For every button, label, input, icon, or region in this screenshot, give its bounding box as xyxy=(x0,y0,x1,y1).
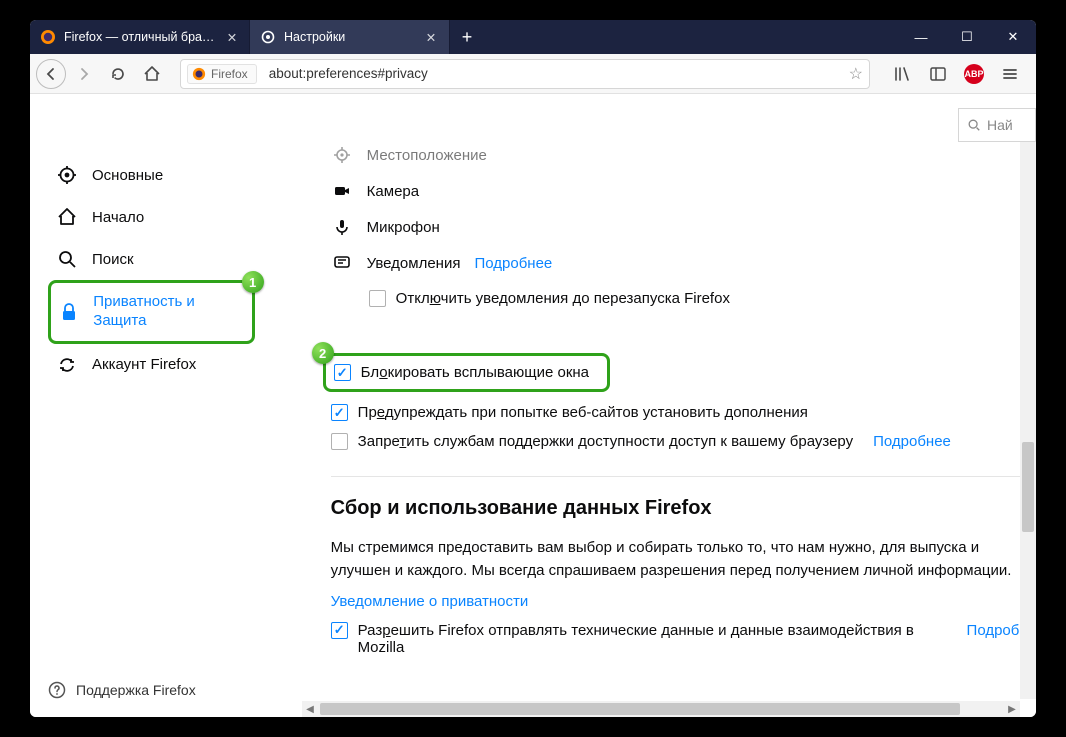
scroll-right-arrow[interactable]: ▶ xyxy=(1004,701,1020,717)
lock-icon xyxy=(59,301,79,323)
sidebar-item-label: Основные xyxy=(92,167,163,184)
help-icon xyxy=(48,681,66,699)
checkbox[interactable] xyxy=(369,290,386,307)
a11y-row: Запретить службам поддержки доступности … xyxy=(331,433,1036,450)
url-text[interactable]: about:preferences#privacy xyxy=(269,66,841,81)
permission-label: Микрофон xyxy=(367,219,440,236)
sidebar-item-label: Начало xyxy=(92,209,144,226)
notifications-icon xyxy=(331,254,353,272)
identity-label: Firefox xyxy=(211,67,248,81)
data-collection-heading: Сбор и использование данных Firefox xyxy=(331,497,1036,520)
checkbox-label: Блокировать всплывающие окна xyxy=(361,364,589,381)
block-popups-row: 2 Блокировать всплывающие окна xyxy=(331,353,1036,392)
window-minimize[interactable]: — xyxy=(898,20,944,54)
microphone-icon xyxy=(331,218,353,236)
forward-button[interactable] xyxy=(68,58,100,90)
toolbar: Firefox about:preferences#privacy ☆ ABP xyxy=(30,54,1036,94)
location-icon xyxy=(331,146,353,164)
sync-icon xyxy=(56,354,78,376)
annotation-badge-2: 2 xyxy=(312,342,334,364)
checkbox-label: Запретить службам поддержки доступности … xyxy=(358,433,853,450)
back-button[interactable] xyxy=(36,59,66,89)
privacy-notice-link[interactable]: Уведомление о приватности xyxy=(331,593,1036,610)
checkbox-label: Отключить уведомления до перезапуска Fir… xyxy=(396,290,730,307)
library-button[interactable] xyxy=(886,58,918,90)
data-collection-paragraph: Мы стремимся предоставить вам выбор и со… xyxy=(331,536,1031,583)
permission-label: Камера xyxy=(367,183,419,200)
telemetry-row: Разрешить Firefox отправлять технические… xyxy=(331,622,1036,656)
sidebar-toggle-button[interactable] xyxy=(922,58,954,90)
firefox-icon xyxy=(192,67,206,81)
bookmark-star-icon[interactable]: ☆ xyxy=(849,64,863,84)
search-icon xyxy=(56,248,78,270)
abp-extension-button[interactable]: ABP xyxy=(958,58,990,90)
gear-icon xyxy=(260,29,276,45)
notifications-more-link[interactable]: Подробнее xyxy=(474,255,552,272)
checkbox-label: Предупреждать при попытке веб-сайтов уст… xyxy=(358,404,808,421)
a11y-more-link[interactable]: Подробнее xyxy=(873,433,951,450)
support-label: Поддержка Firefox xyxy=(76,682,196,698)
vertical-scrollbar[interactable] xyxy=(1020,142,1036,699)
permission-microphone: Микрофон xyxy=(331,218,1036,236)
settings-sidebar: Основные Начало Поиск 1 Приватность и За… xyxy=(30,94,255,717)
home-button[interactable] xyxy=(136,58,168,90)
reload-button[interactable] xyxy=(102,58,134,90)
sidebar-item-search[interactable]: Поиск xyxy=(48,238,255,280)
tab-label: Настройки xyxy=(284,30,415,44)
disable-notifications-checkbox-row: Отключить уведомления до перезапуска Fir… xyxy=(369,290,1036,307)
gear-icon xyxy=(56,164,78,186)
sidebar-item-label: Аккаунт Firefox xyxy=(92,356,196,373)
permission-label: Уведомления xyxy=(367,255,461,272)
tab-bar: Firefox — отличный браузер д ✕ Настройки… xyxy=(30,20,1036,54)
address-bar[interactable]: Firefox about:preferences#privacy ☆ xyxy=(180,59,870,89)
permission-label: Местоположение xyxy=(367,147,487,164)
firefox-icon xyxy=(40,29,56,45)
scrollbar-thumb[interactable] xyxy=(320,703,960,715)
camera-icon xyxy=(331,182,353,200)
settings-main: Местоположение Камера Микрофон Уведомлен… xyxy=(255,94,1036,717)
home-icon xyxy=(56,206,78,228)
window-maximize[interactable]: ☐ xyxy=(944,20,990,54)
permission-camera: Камера xyxy=(331,182,1036,200)
tab-label: Firefox — отличный браузер д xyxy=(64,30,217,44)
permission-notifications: Уведомления Подробнее xyxy=(331,254,1036,272)
sidebar-item-account[interactable]: Аккаунт Firefox xyxy=(48,344,255,386)
sidebar-item-home[interactable]: Начало xyxy=(48,196,255,238)
scrollbar-thumb[interactable] xyxy=(1022,442,1034,532)
app-menu-button[interactable] xyxy=(994,58,1026,90)
new-tab-button[interactable]: + xyxy=(450,20,484,54)
tab-settings[interactable]: Настройки ✕ xyxy=(250,20,450,54)
warn-addons-row: Предупреждать при попытке веб-сайтов уст… xyxy=(331,404,1036,421)
sidebar-item-label: Поиск xyxy=(92,251,134,268)
warn-addons-checkbox[interactable] xyxy=(331,404,348,421)
firefox-support-link[interactable]: Поддержка Firefox xyxy=(48,681,196,699)
close-icon[interactable]: ✕ xyxy=(225,30,239,45)
a11y-checkbox[interactable] xyxy=(331,433,348,450)
abp-icon: ABP xyxy=(964,64,984,84)
sidebar-item-general[interactable]: Основные xyxy=(48,154,255,196)
settings-content: Най Основные Начало Поиск 1 Приватность … xyxy=(30,94,1036,717)
horizontal-scrollbar[interactable]: ◀ ▶ xyxy=(302,701,1020,717)
block-popups-checkbox[interactable] xyxy=(334,364,351,381)
checkbox-label: Разрешить Firefox отправлять технические… xyxy=(358,622,947,656)
scroll-left-arrow[interactable]: ◀ xyxy=(302,701,318,717)
sidebar-item-privacy[interactable]: 1 Приватность и Защита xyxy=(48,280,255,344)
permission-location: Местоположение xyxy=(331,146,1036,164)
window-close[interactable]: ✕ xyxy=(990,20,1036,54)
section-divider xyxy=(331,476,1031,477)
tab-firefox-welcome[interactable]: Firefox — отличный браузер д ✕ xyxy=(30,20,250,54)
identity-pill[interactable]: Firefox xyxy=(187,64,257,84)
telemetry-checkbox[interactable] xyxy=(331,622,348,639)
close-icon[interactable]: ✕ xyxy=(423,30,439,45)
sidebar-item-label: Приватность и Защита xyxy=(93,293,239,331)
